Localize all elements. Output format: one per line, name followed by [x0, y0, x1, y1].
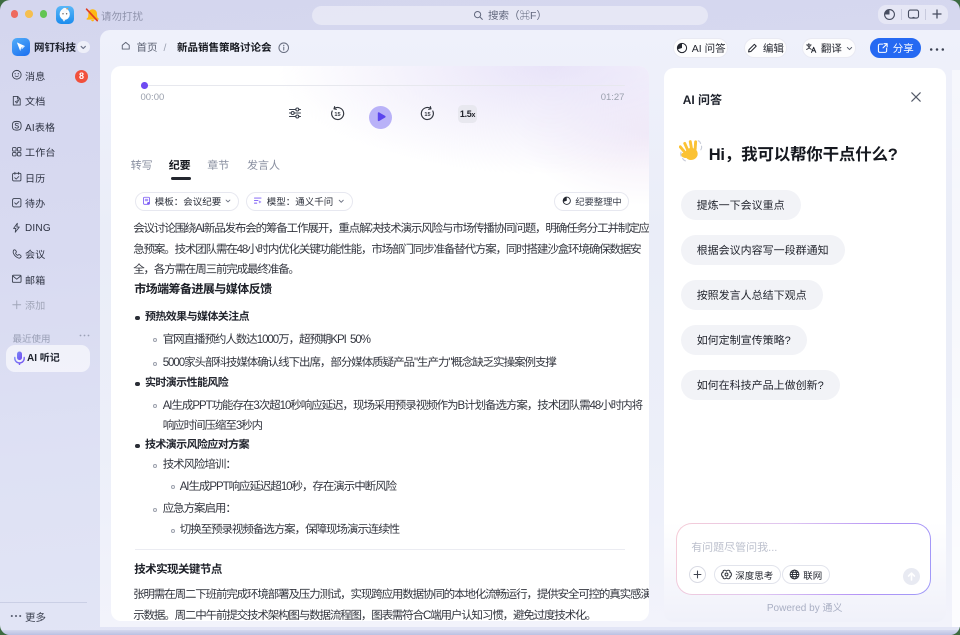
svg-text:15: 15: [334, 111, 340, 117]
svg-text:15: 15: [424, 111, 430, 117]
